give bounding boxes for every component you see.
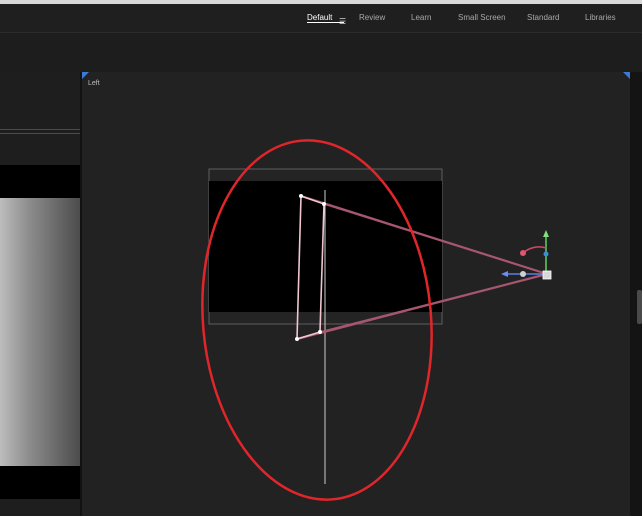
app-window: Default ☰ Review Learn Small Screen Stan… [0, 0, 642, 516]
camera-pivot-handle [542, 270, 552, 280]
gizmo-center-handle [520, 271, 526, 277]
gizmo-rotation-arc [522, 246, 547, 254]
preview-thumbnail [0, 165, 80, 499]
transform-gizmo[interactable] [501, 230, 552, 280]
scene-canvas [0, 139, 552, 501]
